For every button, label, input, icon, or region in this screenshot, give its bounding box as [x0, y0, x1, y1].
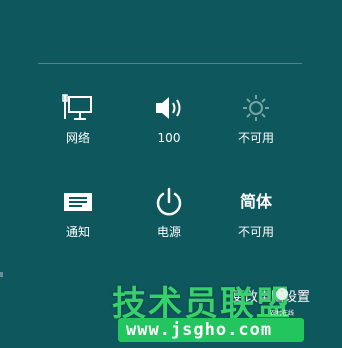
watermark-url: www.jsgho.com	[126, 320, 273, 340]
brightness-label: 不可用	[237, 131, 274, 145]
watermark-url-bar: www.jsgho.com	[118, 318, 304, 342]
language-icon: 简体	[236, 186, 276, 218]
network-label: 网络	[65, 131, 90, 145]
brightness-icon	[236, 92, 276, 124]
divider	[38, 63, 302, 64]
edge-indicator	[0, 272, 3, 277]
notifications-icon	[58, 186, 98, 218]
network-tile[interactable]: 网络	[40, 92, 116, 156]
language-tile[interactable]: 简体 不可用	[218, 186, 294, 250]
language-icon-text: 简体	[239, 192, 272, 211]
power-tile[interactable]: 电源	[131, 186, 207, 250]
speaker-volume-icon	[149, 92, 189, 124]
volume-tile[interactable]: 100	[131, 92, 207, 156]
network-icon	[58, 92, 98, 124]
quick-settings-grid: 网络 100 不可用 通知 电源 简体 不可用	[40, 92, 300, 252]
power-icon	[149, 186, 189, 218]
brightness-tile[interactable]: 不可用	[218, 92, 294, 156]
watermark: 技术员联盟 农村在线 www.jsgho.com	[112, 276, 304, 346]
watermark-small-text: 农村在线	[270, 310, 295, 317]
volume-label: 100	[157, 131, 181, 145]
watermark-logo-icon	[276, 288, 288, 300]
power-label: 电源	[156, 225, 181, 239]
notifications-label: 通知	[65, 225, 90, 239]
language-label: 不可用	[237, 225, 274, 239]
settings-charm-panel: 网络 100 不可用 通知 电源 简体 不可用 更改电脑设置 技术员联盟 农村在…	[0, 0, 342, 348]
notifications-tile[interactable]: 通知	[40, 186, 116, 250]
